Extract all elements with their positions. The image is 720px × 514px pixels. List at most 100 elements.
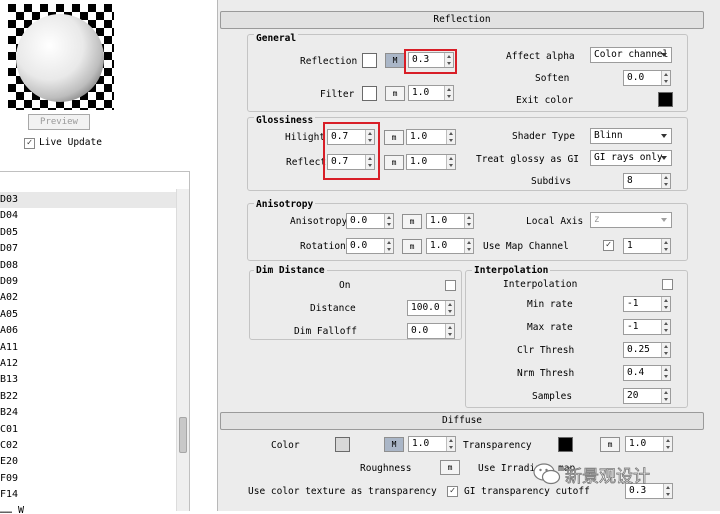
list-item[interactable]: D07 bbox=[0, 241, 176, 257]
local-axis-value: z bbox=[594, 214, 600, 225]
spinner-arrows-icon[interactable] bbox=[661, 71, 670, 85]
interpolation-label: Interpolation bbox=[503, 279, 578, 290]
roughness-map-button[interactable]: m bbox=[440, 460, 460, 475]
local-axis-dropdown[interactable]: z bbox=[590, 212, 672, 228]
transparency-amount-spinner[interactable]: 1.0 bbox=[625, 436, 673, 452]
spinner-arrows-icon[interactable] bbox=[446, 437, 455, 451]
max-rate-spinner[interactable]: -1 bbox=[623, 319, 671, 335]
spinner-arrows-icon[interactable] bbox=[663, 484, 672, 498]
hilight-map-amount-spinner[interactable]: 1.0 bbox=[406, 129, 456, 145]
diffuse-amount-spinner[interactable]: 1.0 bbox=[408, 436, 456, 452]
diffuse-rollout-header[interactable]: Diffuse bbox=[220, 412, 704, 430]
filter-amount-value: 1.0 bbox=[412, 87, 430, 98]
list-item[interactable]: B13 bbox=[0, 372, 176, 388]
clr-thresh-spinner[interactable]: 0.25 bbox=[623, 342, 671, 358]
samples-spinner[interactable]: 20 bbox=[623, 388, 671, 404]
spinner-arrows-icon[interactable] bbox=[446, 130, 455, 144]
list-item[interactable]: A12 bbox=[0, 356, 176, 372]
hilight-map-button[interactable]: m bbox=[384, 130, 404, 145]
distance-spinner[interactable]: 100.0 bbox=[407, 300, 455, 316]
diffuse-map-button[interactable]: M bbox=[384, 437, 404, 452]
spinner-arrows-icon[interactable] bbox=[384, 239, 393, 253]
reflection-value-highlight bbox=[404, 49, 457, 74]
min-rate-spinner[interactable]: -1 bbox=[623, 296, 671, 312]
list-item[interactable]: D05 bbox=[0, 225, 176, 241]
chevron-down-icon bbox=[661, 156, 667, 160]
exit-color-swatch[interactable] bbox=[658, 92, 673, 107]
spinner-arrows-icon[interactable] bbox=[384, 214, 393, 228]
spinner-arrows-icon[interactable] bbox=[445, 301, 454, 315]
map-channel-spinner[interactable]: 1 bbox=[623, 238, 671, 254]
treat-glossy-dropdown[interactable]: GI rays only bbox=[590, 150, 672, 166]
anisotropy-spinner[interactable]: 0.0 bbox=[346, 213, 394, 229]
chevron-down-icon bbox=[661, 134, 667, 138]
spinner-arrows-icon[interactable] bbox=[661, 366, 670, 380]
reflect-map-button[interactable]: m bbox=[384, 155, 404, 170]
nrm-thresh-spinner[interactable]: 0.4 bbox=[623, 365, 671, 381]
list-item[interactable]: D09 bbox=[0, 274, 176, 290]
subdivs-value: 8 bbox=[627, 175, 633, 186]
list-scrollbar[interactable] bbox=[176, 189, 189, 511]
reflection-rollout-header[interactable]: Reflection bbox=[220, 11, 704, 29]
general-group-title: General bbox=[254, 33, 299, 44]
transparency-color-swatch[interactable] bbox=[558, 437, 573, 452]
shader-type-dropdown[interactable]: Blinn bbox=[590, 128, 672, 144]
anisotropy-map-amount-spinner[interactable]: 1.0 bbox=[426, 213, 474, 229]
reflection-color-swatch[interactable] bbox=[362, 53, 377, 68]
dim-falloff-spinner[interactable]: 0.0 bbox=[407, 323, 455, 339]
spinner-arrows-icon[interactable] bbox=[464, 239, 473, 253]
rotation-label: Rotation bbox=[300, 241, 346, 252]
dim-distance-on-checkbox[interactable] bbox=[445, 280, 456, 291]
material-list[interactable]: D03 D04 D05 D07 D08 D09 A02 A05 A06 A11 A12 B13 B22 B… bbox=[0, 171, 190, 514]
list-item[interactable]: D04 bbox=[0, 208, 176, 224]
filter-color-swatch[interactable] bbox=[362, 86, 377, 101]
spinner-arrows-icon[interactable] bbox=[661, 343, 670, 357]
spinner-arrows-icon[interactable] bbox=[444, 86, 453, 100]
list-item[interactable]: A06 bbox=[0, 323, 176, 339]
list-item[interactable]: A11 bbox=[0, 340, 176, 356]
preview-button[interactable]: Preview bbox=[28, 114, 90, 130]
affect-alpha-dropdown[interactable]: Color channel bbox=[590, 47, 672, 63]
anisotropy-label: Anisotropy bbox=[290, 216, 348, 227]
spinner-arrows-icon[interactable] bbox=[661, 320, 670, 334]
reflect-map-amount-spinner[interactable]: 1.0 bbox=[406, 154, 456, 170]
list-item[interactable]: E20 bbox=[0, 454, 176, 470]
live-update-checkbox[interactable]: ✓ bbox=[24, 138, 35, 149]
reflection-map-button[interactable]: M bbox=[385, 53, 405, 68]
list-item[interactable]: C01 bbox=[0, 422, 176, 438]
interpolation-checkbox[interactable] bbox=[662, 279, 673, 290]
list-item[interactable]: D03 bbox=[0, 192, 176, 208]
use-color-texture-checkbox[interactable]: ✓ bbox=[447, 486, 458, 497]
filter-map-button[interactable]: m bbox=[385, 86, 405, 101]
list-item[interactable]: D08 bbox=[0, 258, 176, 274]
transparency-map-button[interactable]: m bbox=[600, 437, 620, 452]
filter-amount-spinner[interactable]: 1.0 bbox=[408, 85, 454, 101]
list-item[interactable]: A02 bbox=[0, 290, 176, 306]
spinner-arrows-icon[interactable] bbox=[446, 155, 455, 169]
anisotropy-map-button[interactable]: m bbox=[402, 214, 422, 229]
spinner-arrows-icon[interactable] bbox=[464, 214, 473, 228]
rotation-map-button[interactable]: m bbox=[402, 239, 422, 254]
spinner-arrows-icon[interactable] bbox=[445, 324, 454, 338]
list-item[interactable]: B22 bbox=[0, 389, 176, 405]
list-item[interactable]: A05 bbox=[0, 307, 176, 323]
list-item[interactable]: C02 bbox=[0, 438, 176, 454]
list-item[interactable]: B24 bbox=[0, 405, 176, 421]
spinner-arrows-icon[interactable] bbox=[661, 239, 670, 253]
spinner-arrows-icon[interactable] bbox=[661, 389, 670, 403]
list-item[interactable]: F14 bbox=[0, 487, 176, 503]
list-item[interactable]: …… W bbox=[0, 504, 176, 514]
spinner-arrows-icon[interactable] bbox=[661, 297, 670, 311]
spinner-arrows-icon[interactable] bbox=[663, 437, 672, 451]
soften-spinner[interactable]: 0.0 bbox=[623, 70, 671, 86]
spinner-arrows-icon[interactable] bbox=[661, 174, 670, 188]
general-group bbox=[247, 34, 688, 112]
use-map-channel-checkbox[interactable]: ✓ bbox=[603, 240, 614, 251]
preview-sphere-image bbox=[8, 4, 114, 110]
rotation-spinner[interactable]: 0.0 bbox=[346, 238, 394, 254]
diffuse-color-swatch[interactable] bbox=[335, 437, 350, 452]
rotation-map-amount-spinner[interactable]: 1.0 bbox=[426, 238, 474, 254]
list-item[interactable]: F09 bbox=[0, 471, 176, 487]
subdivs-spinner[interactable]: 8 bbox=[623, 173, 671, 189]
list-scrollbar-thumb[interactable] bbox=[179, 417, 187, 453]
